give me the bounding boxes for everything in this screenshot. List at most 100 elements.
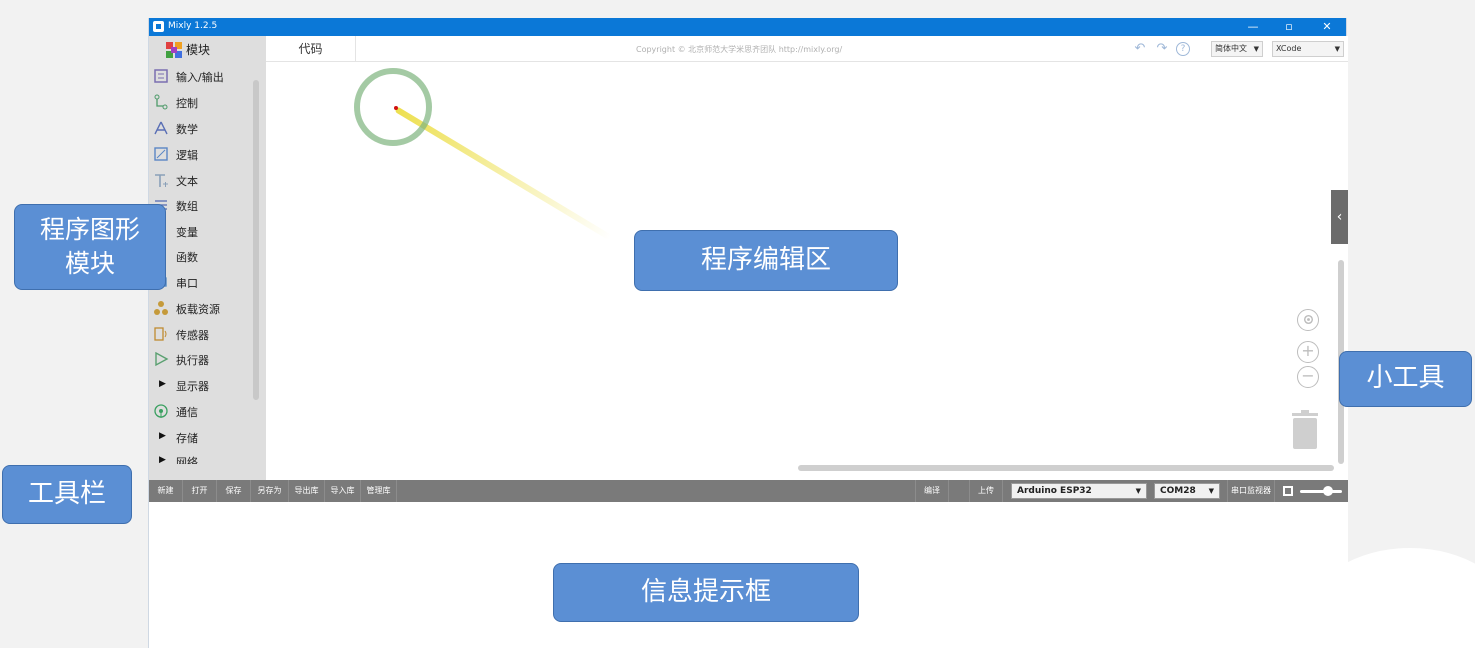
compile-button[interactable]: 编译 (915, 480, 949, 502)
export-library-button[interactable]: 导出库 (289, 480, 325, 502)
sidebar-item-storage[interactable]: ▶ 存储 (151, 426, 251, 448)
chevron-down-icon: ▼ (1135, 487, 1141, 495)
sidebar-item-label: 文本 (176, 175, 198, 188)
board-select[interactable]: Arduino ESP32 ▼ (1011, 483, 1147, 499)
slider-track[interactable] (1300, 490, 1342, 493)
open-button[interactable]: 打开 (183, 480, 217, 502)
trash-icon[interactable] (1290, 410, 1320, 450)
checkbox-toggle[interactable] (1283, 486, 1293, 496)
window-title: Mixly 1.2.5 (168, 21, 218, 31)
manage-library-button[interactable]: 管理库 (361, 480, 397, 502)
plus-icon: + (1301, 341, 1315, 360)
upload-button[interactable]: 上传 (969, 480, 1003, 502)
sidebar-item-function[interactable]: f 函数 (151, 245, 251, 267)
sidebar-item-network[interactable]: ▶ 网络 (151, 450, 251, 464)
sidebar-item-control[interactable]: 控制 (151, 91, 251, 113)
mixly-window: Mixly 1.2.5 — ▫ ✕ 模块 输入/输出 控制 数学 逻辑 文本 数… (148, 18, 1348, 648)
editor-tab-bar: 代码 Copyright © 北京师范大学米思齐团队 http://mixly.… (266, 36, 1348, 62)
sidebar-header[interactable]: 模块 (149, 36, 266, 62)
sidebar-item-text[interactable]: 文本 (151, 169, 251, 191)
sidebar-item-logic[interactable]: 逻辑 (151, 143, 251, 165)
math-icon (154, 121, 168, 135)
chevron-down-icon: ▼ (1334, 45, 1340, 53)
undo-icon[interactable]: ↶ (1132, 41, 1148, 57)
language-select[interactable]: 简体中文 ▼ (1211, 41, 1263, 57)
actuator-icon (155, 351, 169, 367)
close-button[interactable]: ✕ (1309, 18, 1345, 36)
text-icon (155, 174, 168, 187)
sidebar-item-label: 显示器 (176, 380, 209, 393)
io-icon (154, 69, 168, 83)
sidebar-item-array[interactable]: 数组 (151, 194, 251, 216)
sidebar-item-math[interactable]: 数学 (151, 117, 251, 139)
sidebar-item-communication[interactable]: 通信 (151, 400, 251, 422)
expand-triangle-icon: ▶ (159, 455, 166, 464)
minus-icon: − (1301, 366, 1315, 385)
callout-toolbar: 工具栏 (2, 465, 132, 524)
sidebar-item-io[interactable]: 输入/输出 (151, 65, 251, 87)
sidebar-vertical-scrollbar[interactable] (253, 80, 259, 400)
slider-knob[interactable] (1323, 486, 1333, 496)
save-button[interactable]: 保存 (217, 480, 251, 502)
board-icon (154, 301, 168, 315)
sidebar-header-label: 模块 (186, 43, 211, 57)
theme-select[interactable]: XCode ▼ (1272, 41, 1344, 57)
maximize-button[interactable]: ▫ (1271, 18, 1307, 36)
import-library-button[interactable]: 导入库 (325, 480, 361, 502)
blocks-icon (166, 42, 182, 58)
callout-blocks: 程序图形 模块 (14, 204, 166, 290)
zoom-in-button[interactable]: + (1297, 341, 1319, 363)
sidebar-item-label: 串口 (176, 277, 198, 290)
sensor-icon (154, 327, 167, 341)
sidebar-item-serial[interactable]: 串口 (151, 271, 251, 293)
tab-code[interactable]: 代码 (266, 36, 356, 62)
sidebar-item-variable[interactable]: x 变量 (151, 220, 251, 242)
sidebar-item-display[interactable]: ▶ 显示器 (151, 374, 251, 396)
sidebar-item-sensor[interactable]: 传感器 (151, 323, 251, 345)
expand-triangle-icon: ▶ (159, 379, 166, 389)
screenshot-stage: Mixly 1.2.5 — ▫ ✕ 模块 输入/输出 控制 数学 逻辑 文本 数… (0, 0, 1475, 648)
sidebar-item-label: 逻辑 (176, 149, 198, 162)
block-category-sidebar: 模块 输入/输出 控制 数学 逻辑 文本 数组 变量 函数 串口 板载资源 传感… (149, 36, 266, 488)
sidebar-item-label: 执行器 (176, 354, 209, 367)
recenter-button[interactable] (1297, 309, 1319, 331)
crosshair-icon (1303, 314, 1313, 325)
help-icon[interactable]: ? (1176, 42, 1190, 56)
sidebar-item-label: 输入/输出 (176, 71, 224, 84)
sidebar-item-label: 通信 (176, 406, 198, 419)
port-select[interactable]: COM28 ▼ (1154, 483, 1220, 499)
chevron-down-icon: ▼ (1208, 487, 1214, 495)
collapse-panel-button[interactable]: ‹ (1331, 190, 1348, 244)
title-bar: Mixly 1.2.5 — ▫ ✕ (149, 18, 1346, 36)
sidebar-item-label: 数组 (176, 200, 198, 213)
sidebar-item-label: 传感器 (176, 329, 209, 342)
callout-messages: 信息提示框 (553, 563, 859, 622)
sidebar-item-board[interactable]: 板载资源 (151, 297, 251, 319)
wifi-icon (154, 404, 168, 418)
sidebar-item-label: 控制 (176, 97, 198, 110)
logic-icon (154, 147, 168, 161)
workspace-horizontal-scrollbar[interactable] (798, 465, 1334, 471)
cursor-highlight-ring (354, 68, 432, 146)
sidebar-item-actuator[interactable]: 执行器 (151, 348, 251, 370)
sidebar-item-label: 网络 (176, 456, 198, 464)
save-as-button[interactable]: 另存为 (251, 480, 289, 502)
mouse-cursor (394, 106, 398, 110)
app-logo-icon (153, 21, 164, 32)
serial-monitor-button[interactable]: 串口监视器 (1227, 480, 1275, 502)
copyright-text: Copyright © 北京师范大学米思齐团队 http://mixly.org… (636, 45, 843, 54)
sidebar-item-label: 数学 (176, 123, 198, 136)
zoom-out-button[interactable]: − (1297, 366, 1319, 388)
new-button[interactable]: 新建 (149, 480, 183, 502)
control-icon (154, 94, 168, 110)
sidebar-item-label: 存储 (176, 432, 198, 445)
bottom-toolbar: 新建 打开 保存 另存为 导出库 导入库 管理库 编译 上传 Arduino E… (149, 480, 1348, 502)
chevron-down-icon: ▼ (1253, 45, 1259, 53)
sidebar-item-label: 变量 (176, 226, 198, 239)
sidebar-item-label: 函数 (176, 251, 198, 264)
redo-icon[interactable]: ↷ (1154, 41, 1170, 57)
callout-tools: 小工具 (1339, 351, 1472, 407)
sidebar-item-label: 板载资源 (176, 303, 220, 316)
minimize-button[interactable]: — (1235, 18, 1271, 36)
expand-triangle-icon: ▶ (159, 431, 166, 441)
